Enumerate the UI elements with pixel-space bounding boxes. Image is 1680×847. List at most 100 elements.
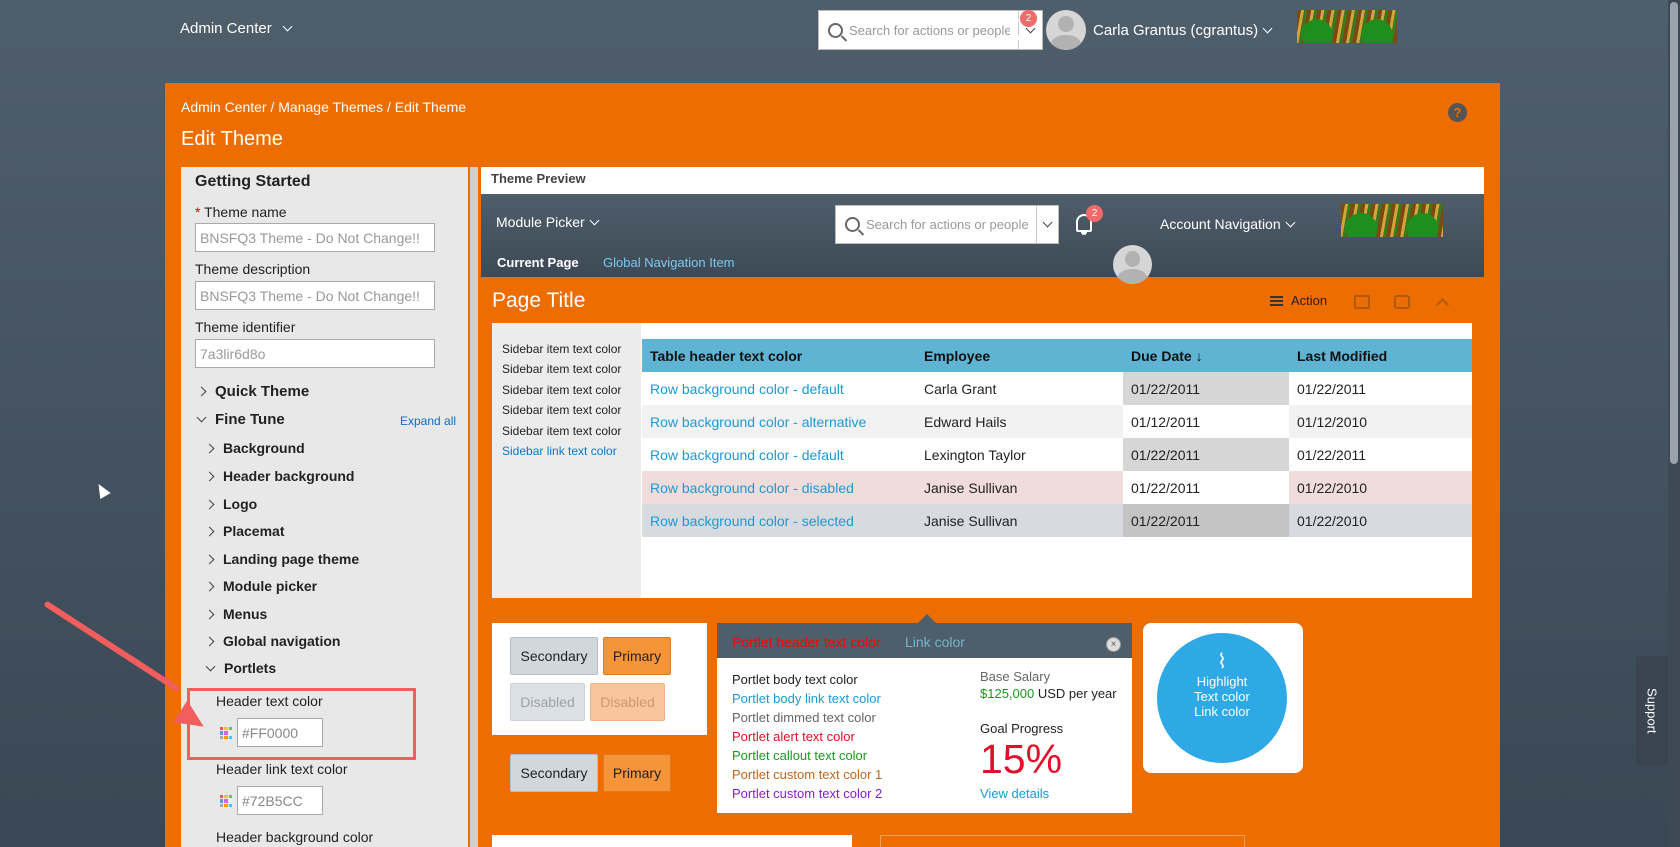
primary-button[interactable]: Primary bbox=[603, 754, 671, 792]
user-avatar[interactable] bbox=[1046, 10, 1086, 50]
preview-page-title: Page Title bbox=[492, 289, 586, 312]
sidebar-item[interactable]: Sidebar item text color bbox=[502, 403, 621, 417]
page-title: Edit Theme bbox=[181, 128, 283, 150]
chevron-right-icon bbox=[204, 471, 215, 481]
column-header[interactable]: Last Modified bbox=[1289, 339, 1472, 372]
sidebar-item[interactable]: Sidebar item text color bbox=[502, 383, 621, 397]
theme-description-input[interactable]: BNSFQ3 Theme - Do Not Change!! bbox=[195, 281, 435, 310]
v12-accent-tile bbox=[880, 835, 1245, 847]
portlet-callout-text: Portlet callout text color bbox=[732, 748, 868, 763]
quick-theme-section[interactable]: Quick Theme bbox=[196, 383, 309, 400]
table-cell: Janise Sullivan bbox=[916, 504, 1123, 537]
account-navigation[interactable]: Carla Grantus (cgrantus) bbox=[1093, 22, 1273, 39]
table-row[interactable]: Row background color - selected Janise S… bbox=[642, 504, 1472, 537]
column-header-sorted[interactable]: Due Date ↓ bbox=[1123, 339, 1289, 372]
goal-progress-value: 15% bbox=[980, 736, 1063, 782]
table-row[interactable]: Row background color - disabled Janise S… bbox=[642, 471, 1472, 504]
preview-logo bbox=[1341, 204, 1443, 237]
portlet-body-link[interactable]: Portlet body link text color bbox=[732, 691, 881, 706]
pulse-icon: ⌇ bbox=[1217, 651, 1227, 673]
chevron-down-icon bbox=[205, 661, 216, 671]
fine-tune-item-landing-page-theme[interactable]: Landing page theme bbox=[204, 551, 359, 567]
support-tab[interactable]: Support bbox=[1636, 656, 1668, 766]
search-input[interactable]: Search for actions or people bbox=[843, 23, 1018, 38]
chevron-down-icon bbox=[1285, 217, 1296, 227]
sidebar-item[interactable]: Sidebar item text color bbox=[502, 424, 621, 438]
fine-tune-item-menus[interactable]: Menus bbox=[204, 606, 267, 622]
chevron-down-icon bbox=[589, 215, 600, 225]
fine-tune-item-module-picker[interactable]: Module picker bbox=[204, 578, 317, 594]
fine-tune-item-background[interactable]: Background bbox=[204, 440, 305, 456]
print-icon[interactable] bbox=[1394, 295, 1410, 309]
preview-account-navigation[interactable]: Account Navigation bbox=[1160, 216, 1296, 232]
table-row[interactable]: Row background color - alternative Edwar… bbox=[642, 405, 1472, 438]
preview-search-dropdown[interactable] bbox=[1036, 206, 1058, 243]
fine-tune-section[interactable]: Fine Tune bbox=[196, 411, 285, 428]
sidebar-item[interactable]: Sidebar item text color bbox=[502, 342, 621, 356]
fine-tune-item-placemat[interactable]: Placemat bbox=[204, 523, 284, 539]
header-background-color-label: Header background color bbox=[216, 829, 374, 845]
highlight-circle[interactable]: ⌇ Highlight Text color Link color bbox=[1157, 633, 1287, 763]
notifications-button[interactable]: 2 bbox=[1010, 10, 1037, 40]
preview-current-page[interactable]: Current Page bbox=[497, 255, 579, 270]
help-icon[interactable]: ? bbox=[1448, 103, 1467, 122]
table-cell: 01/12/2010 bbox=[1289, 405, 1472, 438]
table-row[interactable]: Row background color - default Lexington… bbox=[642, 438, 1472, 471]
chevron-right-icon bbox=[204, 581, 215, 591]
table-cell-link[interactable]: Row background color - default bbox=[642, 372, 916, 405]
header-link-color-input[interactable]: #72B5CC bbox=[237, 786, 323, 815]
sidebar-link[interactable]: Sidebar link text color bbox=[502, 444, 617, 458]
close-icon[interactable]: × bbox=[1106, 637, 1121, 652]
column-header[interactable]: Employee bbox=[916, 339, 1123, 372]
table-cell: 01/22/2011 bbox=[1123, 504, 1289, 537]
table-cell: 01/22/2011 bbox=[1297, 446, 1367, 463]
theme-identifier-input[interactable]: 7a3lir6d8o bbox=[195, 339, 435, 368]
preview-global-nav-item[interactable]: Global Navigation Item bbox=[603, 255, 735, 270]
module-picker[interactable]: Admin Center bbox=[180, 20, 293, 37]
primary-button[interactable]: Primary bbox=[603, 637, 671, 675]
table-cell: 01/22/2010 bbox=[1289, 471, 1472, 504]
table-row[interactable]: Row background color - default Carla Gra… bbox=[642, 372, 1472, 405]
expand-all-link[interactable]: Expand all bbox=[400, 414, 456, 428]
column-header[interactable]: Table header text color bbox=[642, 339, 916, 372]
preview-module-picker[interactable]: Module Picker bbox=[496, 214, 600, 230]
table-cell: Carla Grant bbox=[924, 380, 997, 397]
portlet-dimmed-text: Portlet dimmed text color bbox=[732, 710, 876, 725]
table-cell-link[interactable]: Row background color - default bbox=[642, 438, 916, 471]
chevron-right-icon bbox=[196, 386, 207, 397]
fine-tune-item-header-background[interactable]: Header background bbox=[204, 468, 354, 484]
settings-scrollbar[interactable] bbox=[470, 167, 478, 847]
preview-notification-badge: 2 bbox=[1086, 205, 1103, 222]
chevron-right-icon bbox=[204, 499, 215, 509]
preview-search-input[interactable]: Search for actions or people bbox=[860, 217, 1036, 232]
table-cell: 01/12/2011 bbox=[1131, 413, 1201, 430]
page-scrollbar-thumb[interactable] bbox=[1670, 2, 1678, 464]
preview-notifications[interactable]: 2 bbox=[1076, 205, 1103, 235]
preview-avatar[interactable] bbox=[1113, 245, 1152, 284]
fine-tune-item-portlets[interactable]: Portlets bbox=[205, 660, 276, 676]
theme-identifier-label: Theme identifier bbox=[195, 319, 296, 335]
table-cell-link[interactable]: Row background color - disabled bbox=[642, 471, 916, 504]
view-details-link[interactable]: View details bbox=[980, 786, 1049, 801]
chevron-right-icon bbox=[204, 609, 215, 619]
goal-progress-label: Goal Progress bbox=[980, 721, 1064, 736]
secondary-button[interactable]: Secondary bbox=[510, 754, 598, 792]
sidebar-item[interactable]: Sidebar item text color bbox=[502, 362, 621, 376]
table-header-row: Table header text color Employee Due Dat… bbox=[642, 339, 1472, 372]
portlet-body-text: Portlet body text color bbox=[732, 672, 858, 687]
fine-tune-item-global-navigation[interactable]: Global navigation bbox=[204, 633, 340, 649]
theme-preview-label-bar bbox=[481, 167, 1484, 194]
portlet-header-link[interactable]: Link color bbox=[905, 634, 965, 650]
breadcrumb[interactable]: Admin Center / Manage Themes / Edit Them… bbox=[181, 99, 466, 115]
table-cell-link[interactable]: Row background color - selected bbox=[642, 504, 916, 537]
theme-name-input[interactable]: BNSFQ3 Theme - Do Not Change!! bbox=[195, 223, 435, 252]
chevron-right-icon bbox=[204, 554, 215, 564]
preview-action-menu[interactable]: Action bbox=[1270, 293, 1327, 308]
portlet-alert-text: Portlet alert text color bbox=[732, 729, 855, 744]
secondary-button[interactable]: Secondary bbox=[510, 637, 598, 675]
save-icon[interactable] bbox=[1354, 295, 1370, 309]
table-cell-link[interactable]: Row background color - alternative bbox=[642, 405, 916, 438]
fine-tune-item-logo[interactable]: Logo bbox=[204, 496, 257, 512]
preview-search[interactable]: Search for actions or people bbox=[835, 205, 1059, 244]
color-picker-icon[interactable] bbox=[220, 795, 232, 807]
